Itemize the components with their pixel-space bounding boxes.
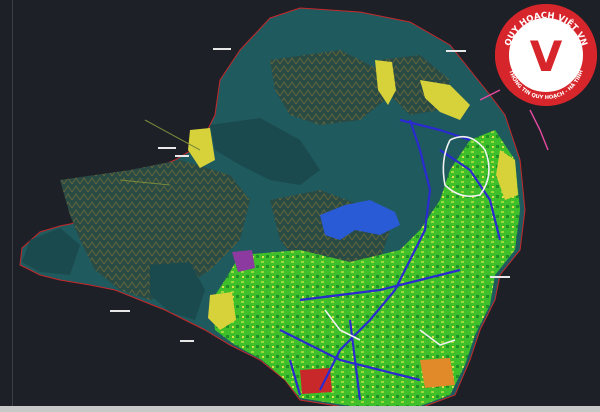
special-zone-orange — [420, 358, 455, 388]
logo-letter: V — [530, 32, 563, 81]
status-bar — [0, 406, 600, 412]
special-zone-red — [300, 368, 332, 394]
quy-hoach-logo-icon: QUY HOẠCH VIỆT VN THÔNG TIN QUY HOẠCH - … — [495, 4, 597, 106]
cad-viewport[interactable]: QUY HOẠCH VIỆT VN THÔNG TIN QUY HOẠCH - … — [0, 0, 600, 412]
